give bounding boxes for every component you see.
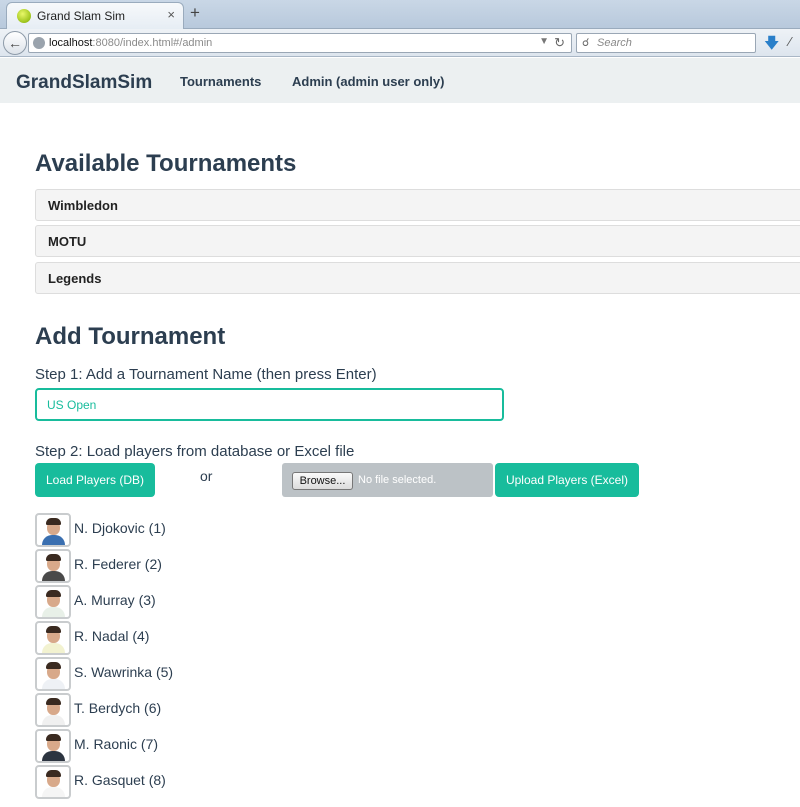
player-avatar [35, 549, 71, 583]
search-placeholder: Search [597, 37, 632, 49]
player-row: S. Wawrinka (5) [35, 657, 335, 691]
tournament-title: Legends [48, 271, 102, 286]
brand-logo[interactable]: GrandSlamSim [16, 72, 152, 94]
tournament-panel-motu[interactable]: MOTU [35, 225, 800, 257]
tab-title: Grand Slam Sim [37, 9, 126, 23]
new-tab-icon[interactable]: + [190, 3, 200, 23]
player-row: R. Federer (2) [35, 549, 335, 583]
tennis-ball-icon [17, 9, 31, 23]
download-icon[interactable]: 🡇 [764, 33, 779, 58]
search-box[interactable]: ☌ Search [576, 33, 756, 53]
player-name: S. Wawrinka (5) [74, 664, 174, 680]
load-players-db-button[interactable]: Load Players (DB) [35, 463, 155, 497]
player-row: T. Berdych (6) [35, 693, 335, 727]
player-row: A. Murray (3) [35, 585, 335, 619]
url-text: localhost:8080/index.html#/admin [49, 37, 213, 49]
tournament-panel-legends[interactable]: Legends [35, 262, 800, 294]
overflow-icon[interactable]: ∕ [789, 34, 791, 49]
player-avatar [35, 729, 71, 763]
player-name: A. Murray (3) [74, 592, 156, 608]
upload-players-excel-button[interactable]: Upload Players (Excel) [495, 463, 639, 497]
step2-label: Step 2: Load players from database or Ex… [35, 443, 355, 460]
player-name: N. Djokovic (1) [74, 520, 166, 536]
dropdown-arrow-icon[interactable]: ▼ [539, 36, 549, 47]
player-avatar [35, 621, 71, 655]
search-icon: ☌ [582, 37, 590, 49]
player-name: R. Gasquet (8) [74, 772, 166, 788]
browser-toolbar: ← localhost:8080/index.html#/admin ▼ ↻ ☌… [0, 29, 800, 57]
nav-admin[interactable]: Admin (admin user only) [292, 74, 444, 89]
or-label: or [200, 468, 213, 484]
player-name: R. Nadal (4) [74, 628, 150, 644]
player-name: R. Federer (2) [74, 556, 162, 572]
browser-tab[interactable]: Grand Slam Sim × [6, 2, 184, 29]
browser-tab-bar: Grand Slam Sim × + [0, 0, 800, 29]
player-avatar [35, 585, 71, 619]
reload-icon[interactable]: ↻ [554, 35, 565, 51]
globe-icon [33, 37, 45, 49]
file-status: No file selected. [358, 474, 437, 486]
player-row: R. Nadal (4) [35, 621, 335, 655]
add-tournament-heading: Add Tournament [35, 323, 226, 350]
back-arrow-icon[interactable]: ← [3, 31, 27, 55]
app-navbar: GrandSlamSim Tournaments Admin (admin us… [0, 58, 800, 103]
tournament-title: MOTU [48, 234, 87, 249]
player-name: T. Berdych (6) [74, 700, 162, 716]
tournament-panel-wimbledon[interactable]: Wimbledon [35, 189, 800, 221]
player-avatar [35, 765, 71, 799]
player-row: M. Raonic (7) [35, 729, 335, 763]
player-avatar [35, 693, 71, 727]
player-name: M. Raonic (7) [74, 736, 159, 752]
tournament-title: Wimbledon [48, 198, 118, 213]
address-bar[interactable]: localhost:8080/index.html#/admin ▼ ↻ [28, 33, 572, 53]
file-input[interactable]: Browse... No file selected. [282, 463, 493, 497]
available-tournaments-heading: Available Tournaments [35, 150, 297, 177]
step1-label: Step 1: Add a Tournament Name (then pres… [35, 366, 377, 383]
close-tab-icon[interactable]: × [167, 7, 175, 22]
tournament-name-input[interactable] [35, 388, 504, 421]
player-row: R. Gasquet (8) [35, 765, 335, 799]
player-row: N. Djokovic (1) [35, 513, 335, 547]
nav-tournaments[interactable]: Tournaments [180, 74, 261, 89]
player-avatar [35, 513, 71, 547]
player-avatar [35, 657, 71, 691]
browse-button[interactable]: Browse... [292, 472, 353, 490]
